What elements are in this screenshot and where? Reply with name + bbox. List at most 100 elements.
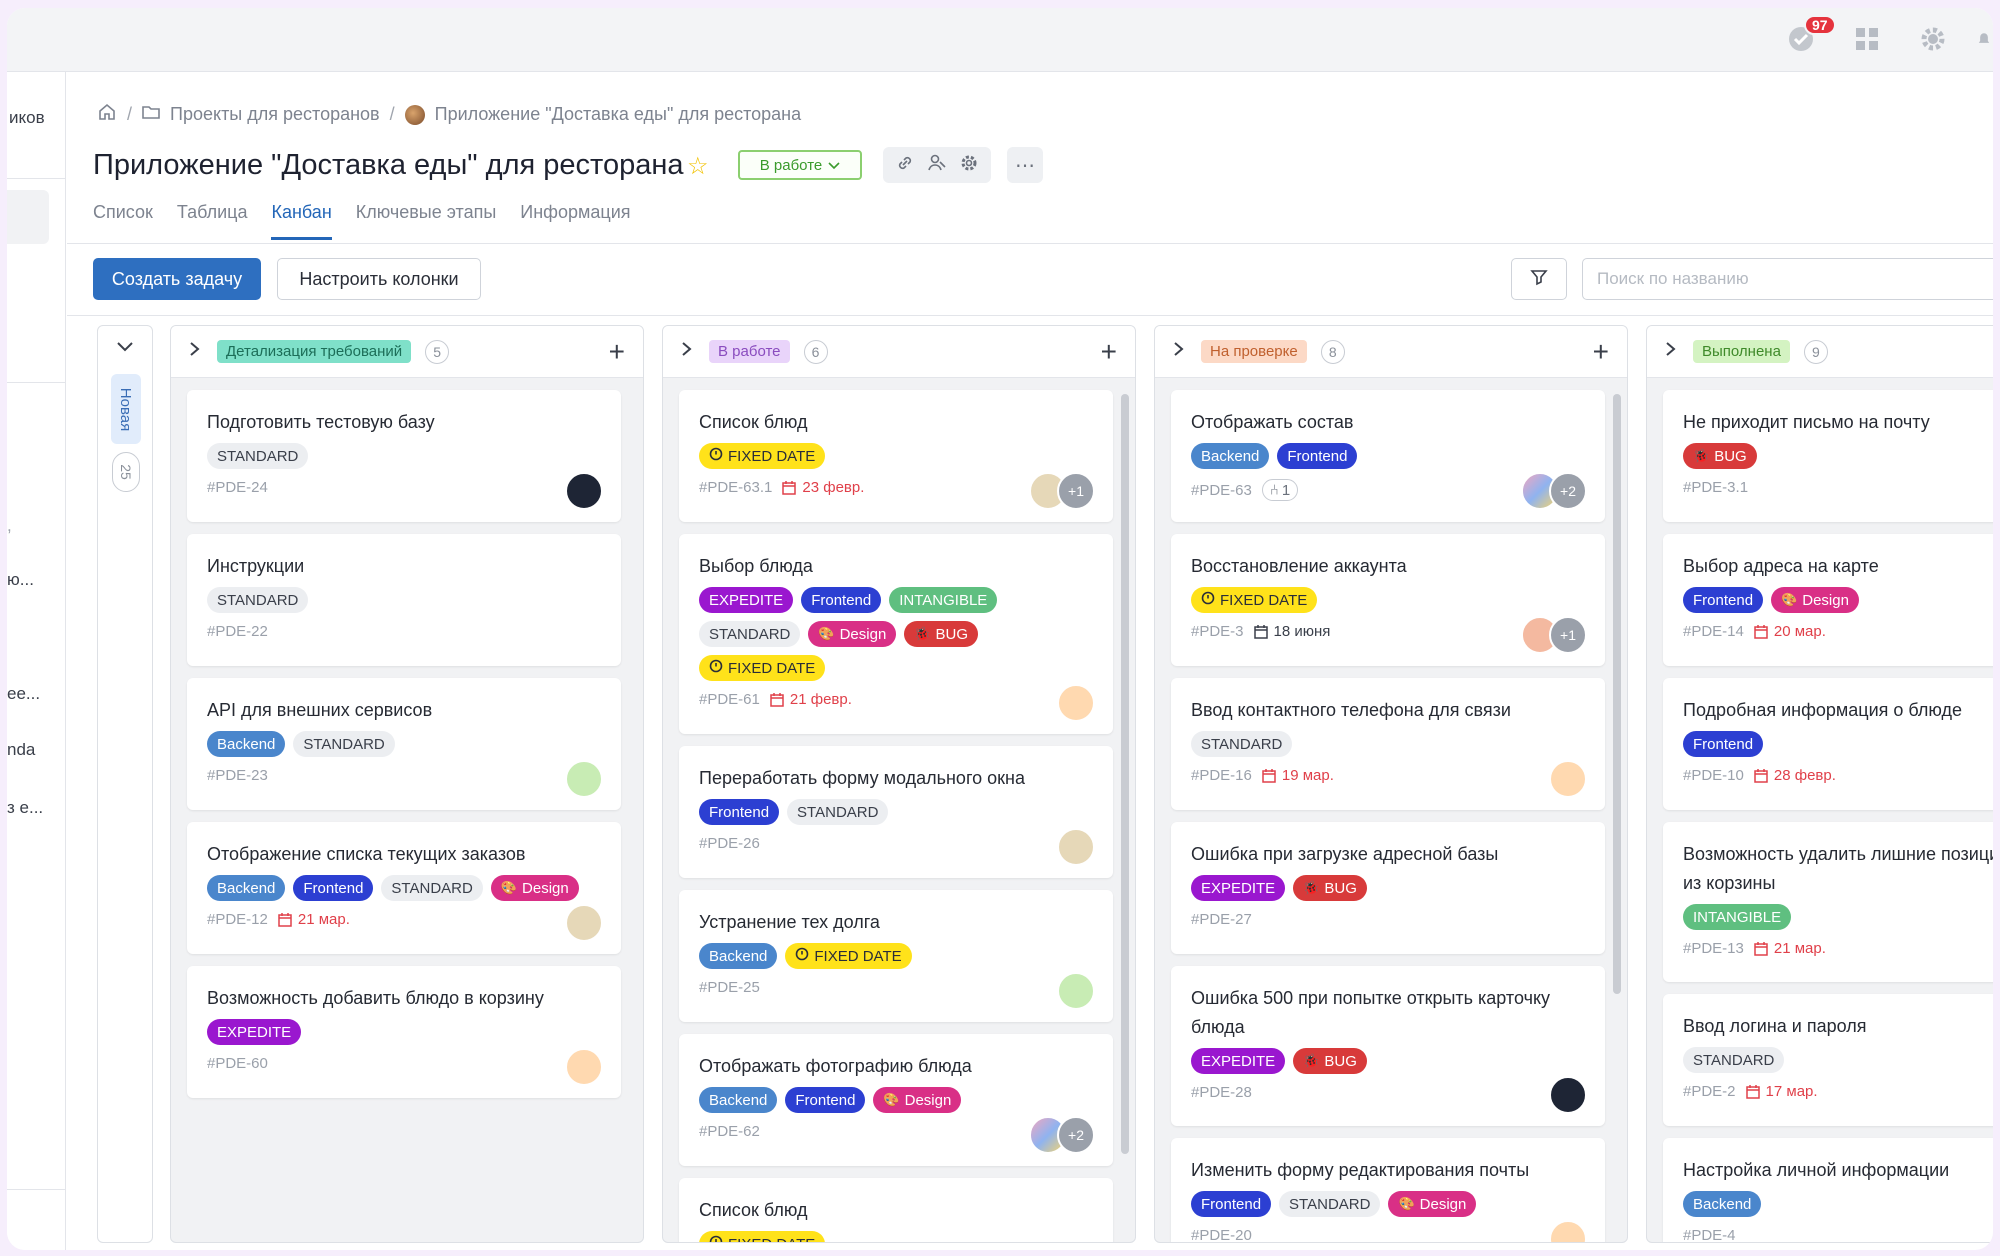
task-card[interactable]: Список блюд FIXED DATE <box>679 1178 1113 1242</box>
filter-button[interactable] <box>1511 258 1567 300</box>
avatar[interactable] <box>1549 760 1587 798</box>
settings-gear-icon[interactable] <box>1916 22 1950 56</box>
chevron-right-icon[interactable] <box>681 340 695 363</box>
create-task-button[interactable]: Создать задачу <box>93 258 261 300</box>
avatar[interactable] <box>565 904 603 942</box>
avatar[interactable] <box>565 1048 603 1086</box>
card-meta: #PDE-28 <box>1191 1084 1585 1101</box>
bell-icon[interactable] <box>1975 22 1993 56</box>
tab-kanban[interactable]: Канбан <box>271 202 332 240</box>
avatar[interactable] <box>1057 972 1095 1010</box>
more-assignees[interactable]: +1 <box>1057 472 1095 510</box>
task-card[interactable]: Выбор блюда EXPEDITE Frontend INTANGIBLE ST… <box>679 534 1113 734</box>
task-id: #PDE-12 <box>207 911 268 928</box>
task-card[interactable]: Возможность добавить блюдо в корзину EXP… <box>187 966 621 1098</box>
column-scrollbar[interactable] <box>1121 394 1129 1154</box>
expand-chevron-icon[interactable] <box>116 340 134 358</box>
add-task-plus-icon[interactable]: + <box>609 336 625 368</box>
project-status-dropdown[interactable]: В работе <box>738 150 862 180</box>
task-card[interactable]: API для внешних сервисов Backend STANDARD… <box>187 678 621 810</box>
task-card[interactable]: Ввод логина и пароля STANDARD #PDE-2 17 … <box>1663 994 1993 1126</box>
task-card[interactable]: Отображение списка текущих заказов Backe… <box>187 822 621 954</box>
tag-intangible: INTANGIBLE <box>889 587 998 613</box>
chevron-right-icon[interactable] <box>189 340 203 363</box>
task-card[interactable]: Отображать состав Backend Frontend #PDE-6… <box>1171 390 1605 522</box>
tab-table[interactable]: Таблица <box>177 202 248 240</box>
sidebar-item-label[interactable]: з е... <box>7 798 43 818</box>
chevron-right-icon[interactable] <box>1173 340 1187 363</box>
card-title: Список блюд <box>699 412 808 432</box>
card-tags: Backend <box>1683 1191 1993 1217</box>
task-card[interactable]: Список блюд FIXED DATE #PDE-63.1 23 февр… <box>679 390 1113 522</box>
tag-standard: STANDARD <box>1191 731 1293 757</box>
home-icon[interactable] <box>97 102 117 127</box>
card-title: Выбор блюда <box>699 556 813 576</box>
tag-design: 🎨 Design <box>1771 587 1859 613</box>
task-card[interactable]: Ошибка при загрузке адресной базы EXPEDI… <box>1171 822 1605 954</box>
more-options-button[interactable]: ⋯ <box>1007 147 1043 183</box>
task-card[interactable]: Подробная информация о блюде Frontend #P… <box>1663 678 1993 810</box>
avatar[interactable] <box>1057 828 1095 866</box>
search-input[interactable] <box>1582 258 1993 300</box>
chevron-right-icon[interactable] <box>1665 340 1679 363</box>
breadcrumb-item[interactable]: Проекты для ресторанов <box>170 104 380 125</box>
bug-icon: 🐞 <box>1693 448 1710 463</box>
add-task-plus-icon[interactable]: + <box>1593 336 1609 368</box>
task-card[interactable]: Выбор адреса на карте Frontend 🎨 Design #P… <box>1663 534 1993 666</box>
collapsed-column-new[interactable]: Новая 25 <box>97 325 153 1243</box>
more-assignees[interactable]: +2 <box>1549 472 1587 510</box>
tag-standard: STANDARD <box>1683 1047 1785 1073</box>
task-card[interactable]: Возможность удалить лишние позиции из ко… <box>1663 822 1993 982</box>
tag-backend: Backend <box>699 1087 778 1113</box>
sidebar-item-active[interactable] <box>7 190 49 244</box>
card-tags: STANDARD <box>1191 731 1585 757</box>
breadcrumb: / Проекты для ресторанов / Приложение "Д… <box>97 102 801 127</box>
calendar-icon <box>1262 768 1276 783</box>
calendar-icon <box>278 912 292 927</box>
sidebar-item-label[interactable]: nda <box>7 740 35 760</box>
due-date: 17 мар. <box>1745 1083 1818 1100</box>
apps-grid-icon[interactable] <box>1850 22 1884 56</box>
task-card[interactable]: Подготовить тестовую базу STANDARD #PDE-… <box>187 390 621 522</box>
task-card[interactable]: Устранение тех долга Backend FIXED DATE #… <box>679 890 1113 1022</box>
task-card[interactable]: Восстановление аккаунта FIXED DATE #PDE-… <box>1171 534 1605 666</box>
task-card[interactable]: Настройка личной информации Backend #PDE… <box>1663 1138 1993 1242</box>
more-assignees[interactable]: +1 <box>1549 616 1587 654</box>
add-task-plus-icon[interactable]: + <box>1101 336 1117 368</box>
task-card[interactable]: Не приходит письмо на почту 🐞 BUG #PDE-3.… <box>1663 390 1993 522</box>
configure-columns-button[interactable]: Настроить колонки <box>277 258 481 300</box>
avatar[interactable] <box>565 760 603 798</box>
project-settings-icon[interactable] <box>959 153 979 178</box>
favorite-star-icon[interactable]: ☆ <box>687 152 709 181</box>
assignees <box>1549 760 1587 798</box>
tab-list[interactable]: Список <box>93 202 153 240</box>
calendar-icon <box>1745 1084 1760 1099</box>
more-assignees[interactable]: +2 <box>1057 1116 1095 1154</box>
calendar-icon <box>770 692 784 707</box>
task-card[interactable]: Отображать фотографию блюда Backend Front… <box>679 1034 1113 1166</box>
sidebar-item-label[interactable]: ee... <box>7 684 40 704</box>
sidebar-item-label[interactable]: иков <box>9 108 45 128</box>
task-card[interactable]: Переработать форму модального окна Front… <box>679 746 1113 878</box>
task-card[interactable]: Ввод контактного телефона для связи STAN… <box>1171 678 1605 810</box>
task-card[interactable]: Ошибка 500 при попытке открыть карточку … <box>1171 966 1605 1126</box>
avatar[interactable] <box>1057 684 1095 722</box>
tag-standard: STANDARD <box>207 587 309 613</box>
members-icon[interactable] <box>927 153 947 178</box>
tab-milestones[interactable]: Ключевые этапы <box>356 202 497 240</box>
breadcrumb-item[interactable]: Приложение "Доставка еды" для ресторана <box>435 104 802 125</box>
avatar[interactable] <box>565 472 603 510</box>
task-card[interactable]: Изменить форму редактирования почты Fron… <box>1171 1138 1605 1242</box>
sidebar-item-label[interactable]: ю... <box>7 570 34 590</box>
view-tabs: Список Таблица Канбан Ключевые этапы Инф… <box>93 202 631 240</box>
subtasks-count[interactable]: ⑃ 1 <box>1261 479 1299 501</box>
card-title: API для внешних сервисов <box>207 700 433 720</box>
tab-info[interactable]: Информация <box>520 202 630 240</box>
link-icon[interactable] <box>895 153 915 178</box>
avatar[interactable] <box>1549 1076 1587 1114</box>
tag-frontend: Frontend <box>1277 443 1358 469</box>
column-scrollbar[interactable] <box>1613 394 1621 994</box>
task-card[interactable]: Инструкции STANDARD #PDE-22 <box>187 534 621 666</box>
avatar[interactable] <box>1549 1220 1587 1242</box>
calendar-icon <box>1754 941 1768 956</box>
